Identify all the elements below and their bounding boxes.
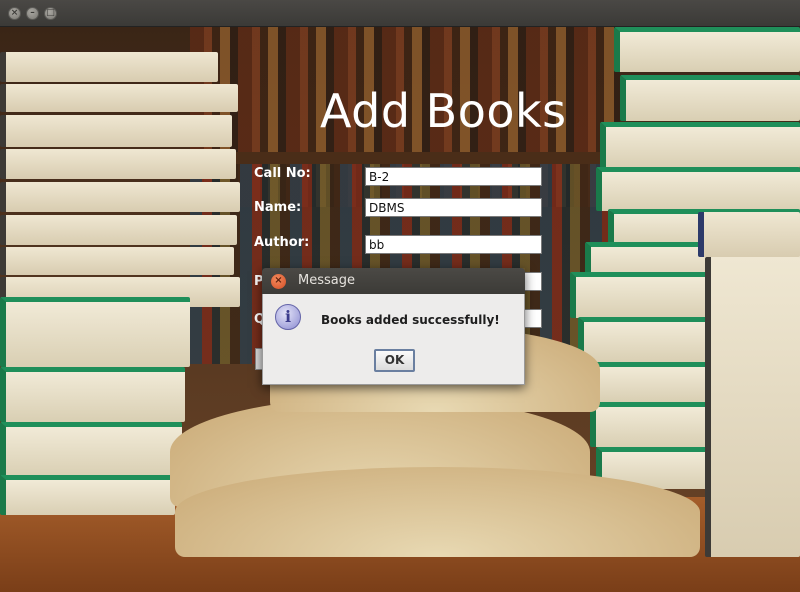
message-dialog: × Message i Books added successfully! OK <box>262 268 525 385</box>
book <box>0 115 232 147</box>
book <box>0 297 190 367</box>
book <box>0 84 238 112</box>
minimize-icon[interactable]: – <box>26 7 39 20</box>
book <box>600 122 800 168</box>
book <box>0 149 236 179</box>
name-label: Name: <box>254 200 302 215</box>
dialog-message: Books added successfully! <box>321 313 500 327</box>
call-no-label: Call No: <box>254 166 311 181</box>
open-book <box>175 467 700 557</box>
book <box>0 247 234 275</box>
close-icon[interactable]: × <box>271 274 286 289</box>
author-field[interactable]: bb <box>365 235 542 254</box>
book <box>0 367 185 422</box>
book <box>705 257 800 557</box>
call-no-field[interactable]: B-2 <box>365 167 542 186</box>
book <box>614 27 800 72</box>
book <box>0 52 218 82</box>
book <box>698 212 800 257</box>
book <box>620 75 800 121</box>
book <box>0 182 240 212</box>
book <box>596 167 800 211</box>
ok-button[interactable]: OK <box>374 349 415 372</box>
close-icon[interactable]: × <box>8 7 21 20</box>
book <box>0 422 182 477</box>
info-icon: i <box>275 304 301 330</box>
dialog-titlebar: × Message <box>262 268 525 294</box>
dialog-title: Message <box>298 273 355 288</box>
book <box>0 215 237 245</box>
shelf-plank <box>190 152 620 164</box>
dialog-body: i Books added successfully! OK <box>262 294 525 385</box>
name-field[interactable]: DBMS <box>365 198 542 217</box>
maximize-icon[interactable]: □ <box>44 7 57 20</box>
author-label: Author: <box>254 235 310 250</box>
page-title: Add Books <box>320 84 567 138</box>
window-titlebar: × – □ <box>0 0 800 27</box>
book <box>0 475 175 515</box>
